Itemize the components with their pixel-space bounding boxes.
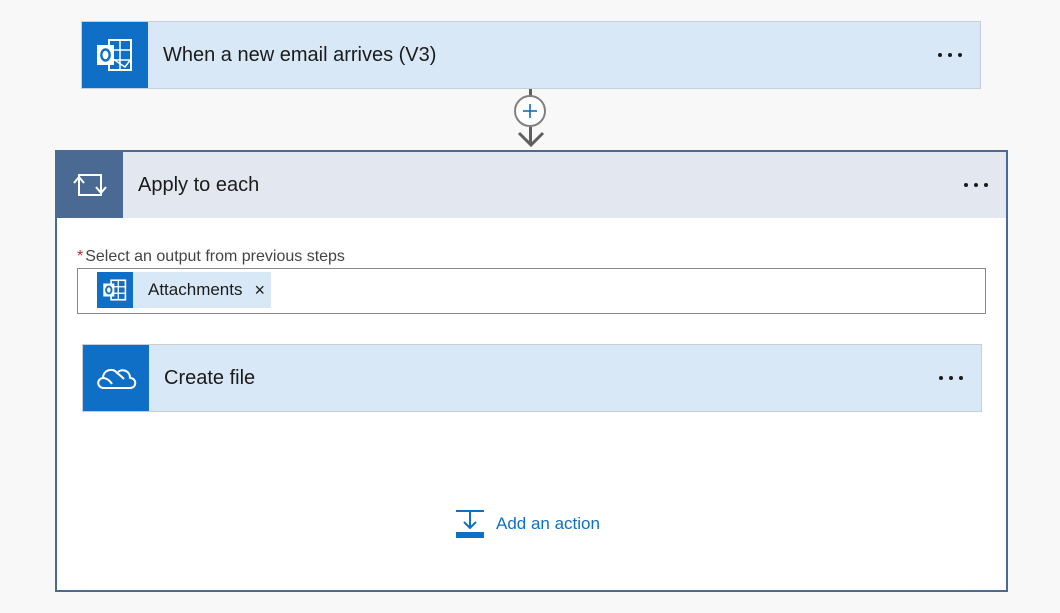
trigger-card-new-email[interactable]: When a new email arrives (V3) xyxy=(81,21,981,89)
attachments-token[interactable]: Attachments × xyxy=(97,272,272,308)
output-select-field[interactable]: Attachments × xyxy=(77,268,986,314)
dot xyxy=(949,376,953,380)
dot xyxy=(974,183,978,187)
dot xyxy=(938,53,942,57)
loop-icon xyxy=(57,152,123,218)
output-field-label-text: Select an output from previous steps xyxy=(85,248,345,265)
dot xyxy=(959,376,963,380)
dot xyxy=(984,183,988,187)
apply-to-each-more-options-button[interactable] xyxy=(964,175,988,195)
required-marker: * xyxy=(77,248,84,265)
output-field-label: * Select an output from previous steps xyxy=(77,248,345,266)
attachments-token-label: Attachments xyxy=(148,280,243,299)
trigger-more-options-button[interactable] xyxy=(938,45,962,65)
remove-token-button[interactable]: × xyxy=(255,281,266,299)
apply-to-each-container: Apply to each * Select an output from pre… xyxy=(55,150,1008,592)
add-action-icon xyxy=(456,510,484,538)
dot xyxy=(948,53,952,57)
dot xyxy=(958,53,962,57)
apply-to-each-title: Apply to each xyxy=(138,173,260,196)
create-file-title: Create file xyxy=(164,366,256,389)
plus-icon xyxy=(523,104,537,118)
outlook-icon xyxy=(82,22,148,88)
add-an-action-label: Add an action xyxy=(496,514,600,533)
apply-to-each-header[interactable]: Apply to each xyxy=(57,152,1006,218)
outlook-icon xyxy=(97,272,133,308)
arrow-down-icon xyxy=(517,131,545,148)
insert-step-button[interactable] xyxy=(514,95,546,127)
add-an-action-button[interactable]: Add an action xyxy=(454,508,600,540)
create-file-card[interactable]: Create file xyxy=(82,344,982,412)
onedrive-icon xyxy=(83,345,149,411)
trigger-title: When a new email arrives (V3) xyxy=(163,43,437,66)
dot xyxy=(964,183,968,187)
create-file-more-options-button[interactable] xyxy=(939,368,963,388)
dot xyxy=(939,376,943,380)
